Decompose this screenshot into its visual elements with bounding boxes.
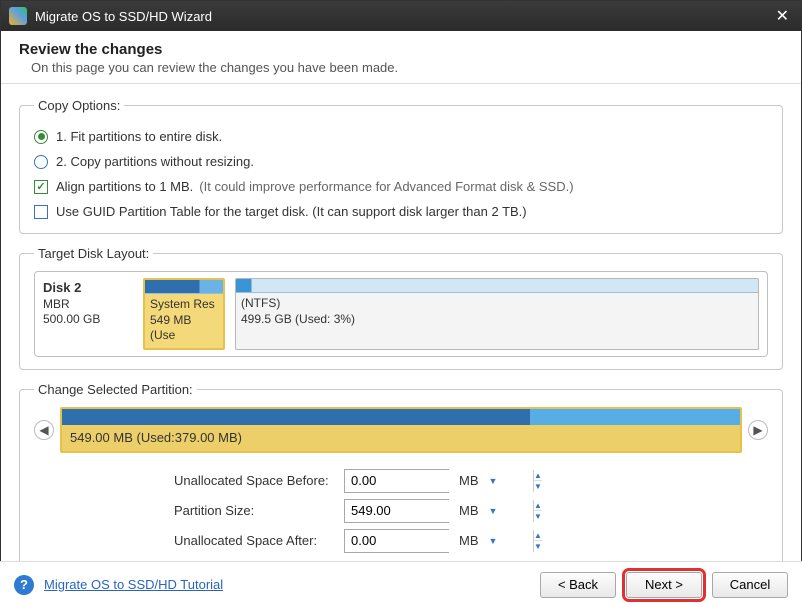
tutorial-link[interactable]: Migrate OS to SSD/HD Tutorial xyxy=(44,577,223,592)
unit-label: MB xyxy=(459,473,479,488)
unit-label: MB xyxy=(459,503,479,518)
disk-name: Disk 2 xyxy=(43,280,133,297)
spin-up-icon[interactable]: ▲ xyxy=(534,470,542,482)
partition-name: System Res xyxy=(150,297,218,313)
disk-scheme: MBR xyxy=(43,297,133,313)
disk-size: 500.00 GB xyxy=(43,312,133,328)
prev-partition-button[interactable]: ◀ xyxy=(34,420,54,440)
partition-system-reserved[interactable]: System Res 549 MB (Use xyxy=(143,278,225,350)
next-partition-button[interactable]: ▶ xyxy=(748,420,768,440)
unalloc-after-field[interactable] xyxy=(345,530,533,552)
unit-dropdown[interactable]: ▼ xyxy=(485,536,502,546)
option-align-partitions[interactable]: ✓ Align partitions to 1 MB. (It could im… xyxy=(34,179,768,194)
option-label: Use GUID Partition Table for the target … xyxy=(56,204,527,219)
checkbox-icon: ✓ xyxy=(34,180,48,194)
option-hint: (It could improve performance for Advanc… xyxy=(199,179,573,194)
partition-sub: 549 MB (Use xyxy=(150,313,218,344)
unalloc-before-label: Unallocated Space Before: xyxy=(174,473,344,488)
unit-dropdown[interactable]: ▼ xyxy=(485,506,502,516)
radio-icon xyxy=(34,155,48,169)
disk-info: Disk 2 MBR 500.00 GB xyxy=(43,278,133,350)
page-title: Review the changes xyxy=(19,41,783,58)
option-copy-without-resizing[interactable]: 2. Copy partitions without resizing. xyxy=(34,154,768,169)
page-header: Review the changes On this page you can … xyxy=(1,31,801,84)
radio-icon xyxy=(34,130,48,144)
close-icon[interactable]: ✕ xyxy=(772,6,793,26)
copy-options-group: Copy Options: 1. Fit partitions to entir… xyxy=(19,98,783,234)
help-icon[interactable]: ? xyxy=(14,575,34,595)
unalloc-before-input[interactable]: ▲▼ xyxy=(344,469,449,493)
partition-sub: 499.5 GB (Used: 3%) xyxy=(241,312,753,328)
spin-down-icon[interactable]: ▼ xyxy=(534,481,542,492)
partition-usage-bar xyxy=(236,279,758,293)
partition-usage-bar xyxy=(145,280,223,294)
partition-size-label: Partition Size: xyxy=(174,503,344,518)
unalloc-after-input[interactable]: ▲▼ xyxy=(344,529,449,553)
back-button[interactable]: < Back xyxy=(540,572,616,598)
change-partition-group: Change Selected Partition: ◀ 549.00 MB (… xyxy=(19,382,783,572)
option-label: 2. Copy partitions without resizing. xyxy=(56,154,254,169)
selected-partition-block[interactable]: 549.00 MB (Used:379.00 MB) xyxy=(60,407,742,453)
unit-dropdown[interactable]: ▼ xyxy=(485,476,502,486)
partition-size-input[interactable]: ▲▼ xyxy=(344,499,449,523)
unalloc-after-label: Unallocated Space After: xyxy=(174,533,344,548)
spin-up-icon[interactable]: ▲ xyxy=(534,500,542,512)
partition-size-field[interactable] xyxy=(345,500,533,522)
spin-up-icon[interactable]: ▲ xyxy=(534,530,542,542)
spin-down-icon[interactable]: ▼ xyxy=(534,511,542,522)
change-partition-legend: Change Selected Partition: xyxy=(34,382,197,397)
partition-ntfs[interactable]: (NTFS) 499.5 GB (Used: 3%) xyxy=(235,278,759,350)
next-button[interactable]: Next > xyxy=(626,572,702,598)
option-fit-partitions[interactable]: 1. Fit partitions to entire disk. xyxy=(34,129,768,144)
titlebar: Migrate OS to SSD/HD Wizard ✕ xyxy=(1,1,801,31)
page-subtitle: On this page you can review the changes … xyxy=(31,60,783,75)
copy-options-legend: Copy Options: xyxy=(34,98,124,113)
window-title: Migrate OS to SSD/HD Wizard xyxy=(35,9,212,24)
cancel-button[interactable]: Cancel xyxy=(712,572,788,598)
option-label: 1. Fit partitions to entire disk. xyxy=(56,129,222,144)
selected-partition-label: 549.00 MB (Used:379.00 MB) xyxy=(62,425,740,451)
partition-usage-bar xyxy=(62,409,740,425)
unalloc-before-field[interactable] xyxy=(345,470,533,492)
option-label: Align partitions to 1 MB. xyxy=(56,179,193,194)
target-disk-layout-legend: Target Disk Layout: xyxy=(34,246,153,261)
footer: ? Migrate OS to SSD/HD Tutorial < Back N… xyxy=(0,561,802,607)
target-disk-layout-group: Target Disk Layout: Disk 2 MBR 500.00 GB… xyxy=(19,246,783,370)
spin-down-icon[interactable]: ▼ xyxy=(534,541,542,552)
app-icon xyxy=(9,7,27,25)
partition-name: (NTFS) xyxy=(241,296,753,312)
checkbox-icon: ✓ xyxy=(34,205,48,219)
option-use-gpt[interactable]: ✓ Use GUID Partition Table for the targe… xyxy=(34,204,768,219)
unit-label: MB xyxy=(459,533,479,548)
disk-layout: Disk 2 MBR 500.00 GB System Res 549 MB (… xyxy=(34,271,768,357)
